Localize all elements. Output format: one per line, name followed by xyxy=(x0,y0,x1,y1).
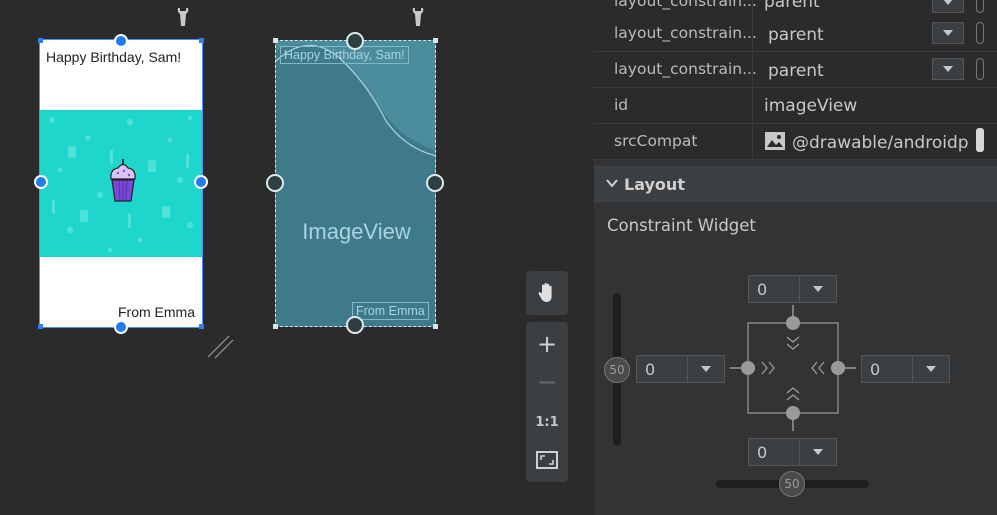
chevron-down-icon xyxy=(926,366,936,372)
vertical-bias-knob[interactable]: 50 xyxy=(604,357,630,383)
fit-screen-icon xyxy=(536,451,558,469)
value-dropdown-button[interactable] xyxy=(932,0,964,13)
resize-handle[interactable] xyxy=(273,324,278,329)
top-margin-dropdown[interactable] xyxy=(799,276,836,302)
section-title: Layout xyxy=(624,175,685,194)
value-dropdown-button[interactable] xyxy=(932,58,964,80)
bottom-constraint-handle[interactable] xyxy=(114,320,128,334)
attribute-value[interactable]: parent xyxy=(768,25,824,45)
right-constraint-handle[interactable] xyxy=(426,174,444,192)
top-constraint-handle[interactable] xyxy=(346,32,364,50)
resize-handle[interactable] xyxy=(38,38,43,43)
right-margin-dropdown[interactable] xyxy=(912,356,949,382)
zoom-out-button[interactable]: − xyxy=(527,362,567,402)
left-constraint-handle[interactable] xyxy=(266,174,284,192)
constraint-box-diagram[interactable] xyxy=(730,305,862,437)
attribute-row-constraint[interactable]: layout_constrain... parent xyxy=(594,52,997,88)
chevron-down-icon xyxy=(813,286,823,292)
value-dropdown-button[interactable] xyxy=(932,22,964,44)
signature-text[interactable]: From Emma xyxy=(118,304,195,320)
top-margin-field[interactable]: 0 xyxy=(748,275,837,303)
divider xyxy=(752,88,753,124)
chevron-down-icon xyxy=(606,179,618,188)
cupcake-icon xyxy=(110,159,136,202)
right-margin-value[interactable]: 0 xyxy=(870,360,880,379)
divider xyxy=(752,16,753,52)
bottom-margin-dropdown[interactable] xyxy=(799,439,836,465)
top-constraint-handle[interactable] xyxy=(114,34,128,48)
srccompat-value-field[interactable]: @drawable/androidp xyxy=(792,133,969,153)
resize-handle[interactable] xyxy=(38,324,43,329)
image-view[interactable] xyxy=(40,110,202,257)
attribute-row-srccompat[interactable]: srcCompat @drawable/androidp xyxy=(594,124,997,160)
wrench-icon[interactable] xyxy=(175,6,191,28)
resize-handle[interactable] xyxy=(199,324,204,329)
signature-outline[interactable]: From Emma xyxy=(352,302,429,320)
actual-size-button[interactable]: 1:1 xyxy=(527,402,567,442)
top-margin-value[interactable]: 0 xyxy=(757,280,767,299)
attribute-name: layout_constrain... xyxy=(614,24,757,42)
one-to-one-label: 1:1 xyxy=(535,414,559,430)
zoom-toolbar: + − 1:1 xyxy=(526,322,568,482)
resource-picker-button[interactable] xyxy=(976,58,984,80)
chevron-down-icon xyxy=(943,30,953,36)
divider xyxy=(752,52,753,88)
constraint-widget-title: Constraint Widget xyxy=(607,216,756,235)
bottom-margin-field[interactable]: 0 xyxy=(748,438,837,466)
bottom-margin-value[interactable]: 0 xyxy=(757,443,767,462)
left-margin-field[interactable]: 0 xyxy=(636,355,725,383)
layout-section-header[interactable]: Layout xyxy=(594,166,997,202)
bottom-constraint-handle[interactable] xyxy=(346,316,364,334)
resize-handle[interactable] xyxy=(273,38,278,43)
left-margin-dropdown[interactable] xyxy=(687,356,724,382)
design-preview[interactable]: Happy Birthday, Sam! From Emma xyxy=(34,34,208,334)
id-value-field[interactable]: imageView xyxy=(764,96,857,116)
chevron-down-icon xyxy=(943,0,953,5)
attribute-name: layout_constrain... xyxy=(614,60,757,78)
blueprint-preview[interactable]: Happy Birthday, Sam! ImageView From Emma xyxy=(275,40,436,327)
left-margin-value[interactable]: 0 xyxy=(645,360,655,379)
right-constraint-handle[interactable] xyxy=(194,175,208,189)
attribute-name: id xyxy=(614,96,629,114)
birthday-greeting-text[interactable]: Happy Birthday, Sam! xyxy=(46,49,181,65)
resource-picker-button[interactable] xyxy=(976,128,984,152)
chevron-down-icon xyxy=(943,66,953,72)
attribute-name: srcCompat xyxy=(614,132,698,150)
divider xyxy=(752,124,753,160)
birthday-greeting-outline[interactable]: Happy Birthday, Sam! xyxy=(280,46,409,64)
attributes-panel: layout_constrain... parent layout_constr… xyxy=(594,0,997,515)
zoom-in-button[interactable]: + xyxy=(527,324,567,364)
resize-grip-icon[interactable] xyxy=(205,330,235,360)
resize-handle[interactable] xyxy=(433,324,438,329)
design-surface[interactable]: Happy Birthday, Sam! From Emma Happy Bir… xyxy=(0,0,594,515)
imageview-label: ImageView xyxy=(302,219,411,244)
attribute-value[interactable]: parent xyxy=(768,61,824,81)
hand-icon xyxy=(538,283,552,302)
right-margin-field[interactable]: 0 xyxy=(861,355,950,383)
resize-handle[interactable] xyxy=(199,38,204,43)
pan-button[interactable] xyxy=(527,273,567,313)
resource-picker-button[interactable] xyxy=(976,0,984,13)
attribute-row-constraint[interactable]: layout_constrain... parent xyxy=(594,16,997,52)
chevron-down-icon xyxy=(813,449,823,455)
image-icon xyxy=(765,132,785,150)
resize-handle[interactable] xyxy=(433,38,438,43)
resource-picker-button[interactable] xyxy=(976,22,984,44)
left-constraint-handle[interactable] xyxy=(34,175,48,189)
attribute-name: layout_constrain... xyxy=(614,0,757,10)
zoom-to-fit-button[interactable] xyxy=(527,440,567,480)
minus-icon: − xyxy=(536,368,558,396)
attribute-value[interactable]: parent xyxy=(764,0,820,12)
attribute-row-id[interactable]: id imageView xyxy=(594,88,997,124)
wrench-icon[interactable] xyxy=(410,6,426,28)
chevron-down-icon xyxy=(701,366,711,372)
horizontal-bias-knob[interactable]: 50 xyxy=(779,471,805,497)
pan-toolbar xyxy=(526,271,568,315)
plus-icon: + xyxy=(536,330,558,358)
